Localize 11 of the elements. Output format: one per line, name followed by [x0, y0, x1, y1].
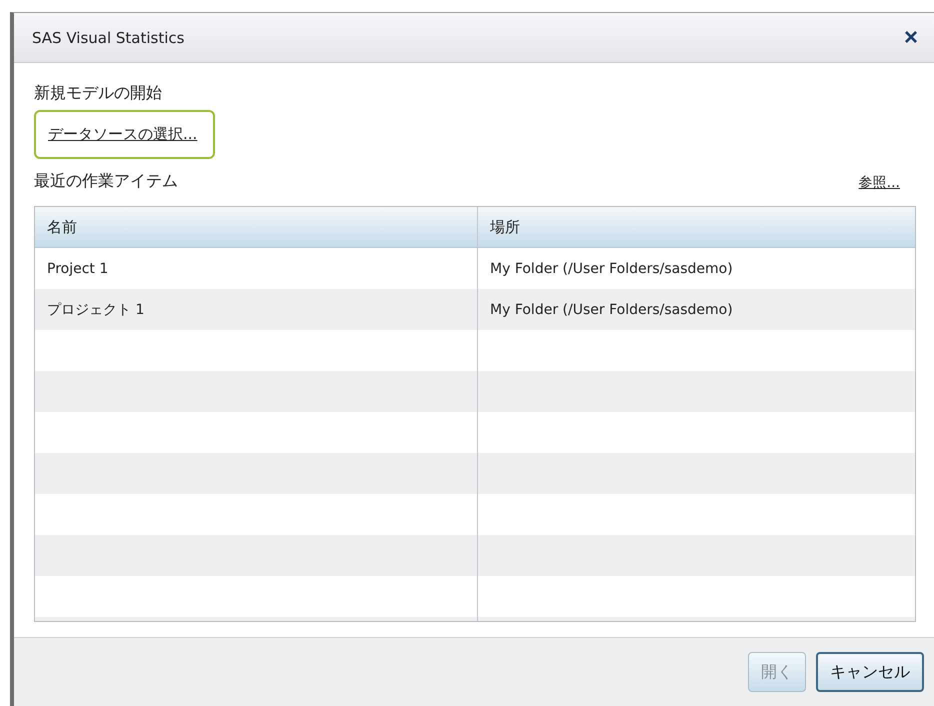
dialog-button[interactable]: キャンセル [816, 652, 924, 692]
window-title: SAS Visual Statistics [32, 28, 184, 46]
close-button[interactable]: × [902, 26, 920, 50]
data-source-link[interactable]: データソースの選択... [34, 110, 216, 159]
table-cell: プロジェクト 1 [35, 289, 478, 330]
section-heading: 最近の作業アイテム [34, 171, 178, 192]
browse-link[interactable]: 参照... [858, 174, 900, 192]
column-header[interactable]: 名前 [35, 207, 478, 248]
section-heading: 新規モデルの開始 [34, 83, 162, 104]
column-header[interactable]: 場所 [478, 207, 915, 248]
table-cell: My Folder (/User Folders/sasdemo) [478, 289, 915, 330]
